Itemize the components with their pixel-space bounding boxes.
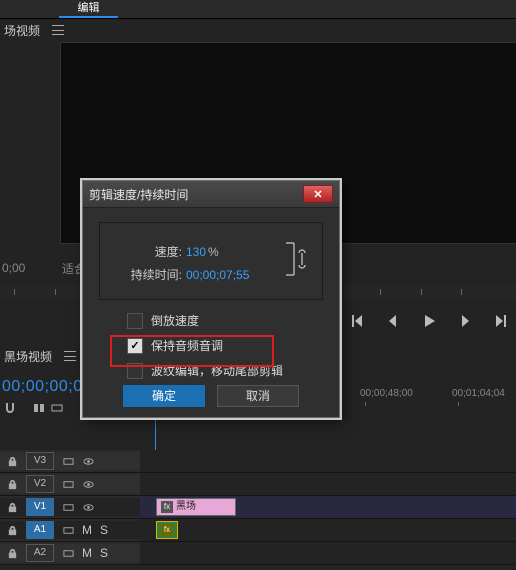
speed-duration-dialog: 剪辑速度/持续时间 ✕ 速度: 130 % 持续时间: 00;00;07;55	[82, 180, 340, 418]
lock-icon[interactable]	[6, 547, 18, 559]
lock-icon[interactable]	[6, 455, 18, 467]
menu-item[interactable]	[177, 0, 236, 18]
eye-icon[interactable]	[82, 478, 94, 490]
mute-button[interactable]: M	[82, 523, 92, 537]
menu-item-edit[interactable]: 编辑	[59, 0, 118, 18]
toggle-output-icon[interactable]	[62, 547, 74, 559]
duration-label: 持续时间:	[110, 266, 182, 283]
track-label-v3[interactable]: V3	[26, 452, 54, 470]
reverse-label: 倒放速度	[151, 312, 199, 329]
ruler-time-label: 00;00;48;00	[360, 388, 413, 399]
track-lane-v1[interactable]: fx黑场	[140, 496, 516, 518]
speed-label: 速度:	[110, 243, 182, 260]
marker-icon[interactable]	[34, 401, 64, 415]
sequence-tab-label[interactable]: 黑场视频	[4, 348, 52, 365]
snap-icon[interactable]	[2, 400, 18, 416]
toggle-output-icon[interactable]	[62, 455, 74, 467]
sequence-menu-icon[interactable]	[64, 351, 76, 361]
menu-item[interactable]	[295, 0, 354, 18]
clip-name: 黑场	[176, 501, 196, 512]
close-button[interactable]: ✕	[303, 185, 333, 203]
link-icon[interactable]	[282, 237, 312, 281]
lock-icon[interactable]	[6, 478, 18, 490]
video-clip[interactable]: fx黑场	[156, 498, 236, 516]
lock-icon[interactable]	[6, 524, 18, 536]
solo-button[interactable]: S	[100, 546, 108, 560]
track-lane-a1[interactable]: fx	[140, 519, 516, 541]
speed-percent: %	[208, 245, 219, 259]
ruler-time-label: 00;01;04;04	[452, 388, 505, 399]
audio-clip[interactable]: fx	[156, 521, 178, 539]
solo-button[interactable]: S	[100, 523, 108, 537]
toggle-output-icon[interactable]	[62, 501, 74, 513]
sequence-timecode[interactable]: 00;00;00;00	[0, 378, 92, 396]
toggle-output-icon[interactable]	[62, 524, 74, 536]
maintain-pitch-label: 保持音频音调	[151, 337, 223, 354]
track-label-a2[interactable]: A2	[26, 544, 54, 562]
track-label-v1[interactable]: V1	[26, 498, 54, 516]
track-lane-a2[interactable]	[140, 542, 516, 564]
eye-icon[interactable]	[82, 455, 94, 467]
program-timecode[interactable]: 0;00	[0, 261, 56, 275]
toggle-output-icon[interactable]	[62, 478, 74, 490]
fx-badge: fx	[161, 524, 173, 536]
ok-button[interactable]: 确定	[123, 385, 205, 407]
step-back-button[interactable]	[384, 312, 402, 330]
play-button[interactable]	[420, 312, 438, 330]
close-icon: ✕	[313, 188, 322, 201]
cancel-button[interactable]: 取消	[217, 385, 299, 407]
lock-icon[interactable]	[6, 501, 18, 513]
goto-start-button[interactable]	[348, 312, 366, 330]
mute-button[interactable]: M	[82, 546, 92, 560]
panel-menu-icon[interactable]	[52, 25, 64, 35]
menu-item[interactable]	[236, 0, 295, 18]
fx-badge: fx	[161, 501, 173, 513]
eye-icon[interactable]	[82, 501, 94, 513]
duration-value[interactable]: 00;00;07;55	[186, 268, 249, 282]
track-lane-v3[interactable]	[140, 450, 516, 472]
ripple-label: 波纹编辑，移动尾部剪辑	[151, 362, 283, 379]
goto-end-button[interactable]	[492, 312, 510, 330]
maintain-pitch-checkbox[interactable]: ✓	[127, 338, 143, 354]
panel-tab-label[interactable]: 场视频	[4, 22, 40, 39]
track-label-a1[interactable]: A1	[26, 521, 54, 539]
dialog-title: 剪辑速度/持续时间	[89, 186, 188, 203]
speed-value[interactable]: 130	[186, 245, 206, 259]
ripple-checkbox[interactable]	[127, 363, 143, 379]
menu-item[interactable]	[0, 0, 59, 18]
reverse-checkbox[interactable]	[127, 313, 143, 329]
step-forward-button[interactable]	[456, 312, 474, 330]
menu-item[interactable]	[118, 0, 177, 18]
track-label-v2[interactable]: V2	[26, 475, 54, 493]
track-lane-v2[interactable]	[140, 473, 516, 495]
